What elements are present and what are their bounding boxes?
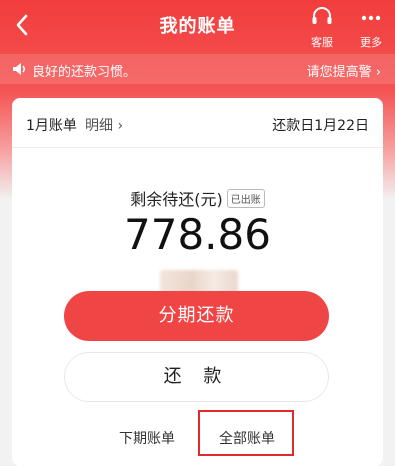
bill-month: 1月账单 xyxy=(26,118,77,134)
remaining-amount: 778.86 xyxy=(124,210,271,259)
bill-card: 1月账单 明细 › 还款日1月22日 剩余待还(元) 已出账 778.86 分期还… xyxy=(12,98,383,466)
notice-bar[interactable]: 良好的还款习惯。 请您提高警 › xyxy=(0,54,395,84)
status-badge: 已出账 xyxy=(226,189,265,208)
highlight-box xyxy=(198,410,294,456)
installment-button[interactable]: 分期还款 xyxy=(64,291,329,341)
more-dots-icon xyxy=(361,15,381,21)
notice-text: 良好的还款习惯。 xyxy=(32,65,137,80)
repay-button[interactable]: 还 款 xyxy=(64,352,329,402)
due-date: 还款日1月22日 xyxy=(272,118,369,134)
customer-service-label: 客服 xyxy=(311,36,333,49)
bill-card-header: 1月账单 明细 › 还款日1月22日 xyxy=(12,98,383,148)
more-label: 更多 xyxy=(360,36,382,49)
remaining-row: 剩余待还(元) 已出账 xyxy=(12,186,383,210)
detail-label: 明细 xyxy=(85,118,113,134)
notice-link[interactable]: 请您提高警 › xyxy=(307,61,381,80)
speaker-icon xyxy=(13,63,25,75)
nav-bar: 我的账单 客服 更多 xyxy=(0,0,395,52)
customer-service-button[interactable]: 客服 xyxy=(302,6,342,50)
chevron-right-icon: › xyxy=(375,65,381,80)
notice-link-label: 请您提高警 xyxy=(306,65,372,80)
headset-icon xyxy=(312,7,332,24)
more-button[interactable]: 更多 xyxy=(351,6,391,50)
next-bill-link[interactable]: 下期账单 xyxy=(119,428,175,448)
detail-link[interactable]: 明细 › xyxy=(85,115,123,135)
chevron-right-icon: › xyxy=(117,118,124,134)
remaining-label: 剩余待还(元) xyxy=(130,190,223,209)
